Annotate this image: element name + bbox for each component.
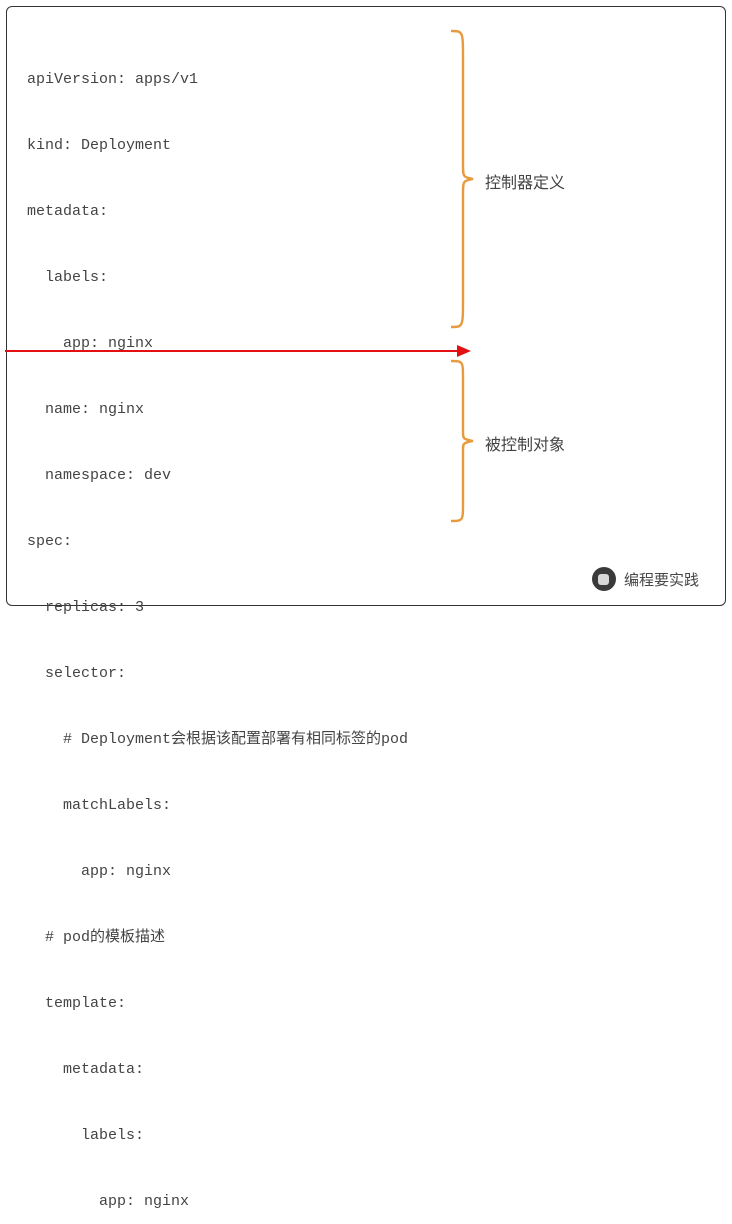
yaml-code-block: apiVersion: apps/v1 kind: Deployment met… [27, 25, 725, 1224]
code-line: app: nginx [27, 1191, 725, 1213]
code-line: labels: [27, 1125, 725, 1147]
code-line: metadata: [27, 1059, 725, 1081]
code-line: name: nginx [27, 399, 725, 421]
code-line: apiVersion: apps/v1 [27, 69, 725, 91]
brace-top-icon [449, 29, 475, 329]
annotation-top-label: 控制器定义 [485, 169, 565, 193]
arrow-icon [5, 344, 471, 354]
code-line: spec: [27, 531, 725, 553]
brace-bottom-icon [449, 359, 475, 523]
code-line: selector: [27, 663, 725, 685]
code-line: template: [27, 993, 725, 1015]
watermark-logo-icon [592, 567, 616, 591]
code-line: labels: [27, 267, 725, 289]
code-line: replicas: 3 [27, 597, 725, 619]
code-line: metadata: [27, 201, 725, 223]
watermark: 编程要实践 [592, 567, 699, 591]
code-line: matchLabels: [27, 795, 725, 817]
watermark-text: 编程要实践 [624, 569, 699, 590]
code-line: kind: Deployment [27, 135, 725, 157]
diagram-frame: apiVersion: apps/v1 kind: Deployment met… [6, 6, 726, 606]
code-line: # Deployment会根据该配置部署有相同标签的pod [27, 729, 725, 751]
code-line: namespace: dev [27, 465, 725, 487]
code-line: # pod的模板描述 [27, 927, 725, 949]
annotation-bottom-label: 被控制对象 [485, 431, 565, 455]
code-line: app: nginx [27, 861, 725, 883]
